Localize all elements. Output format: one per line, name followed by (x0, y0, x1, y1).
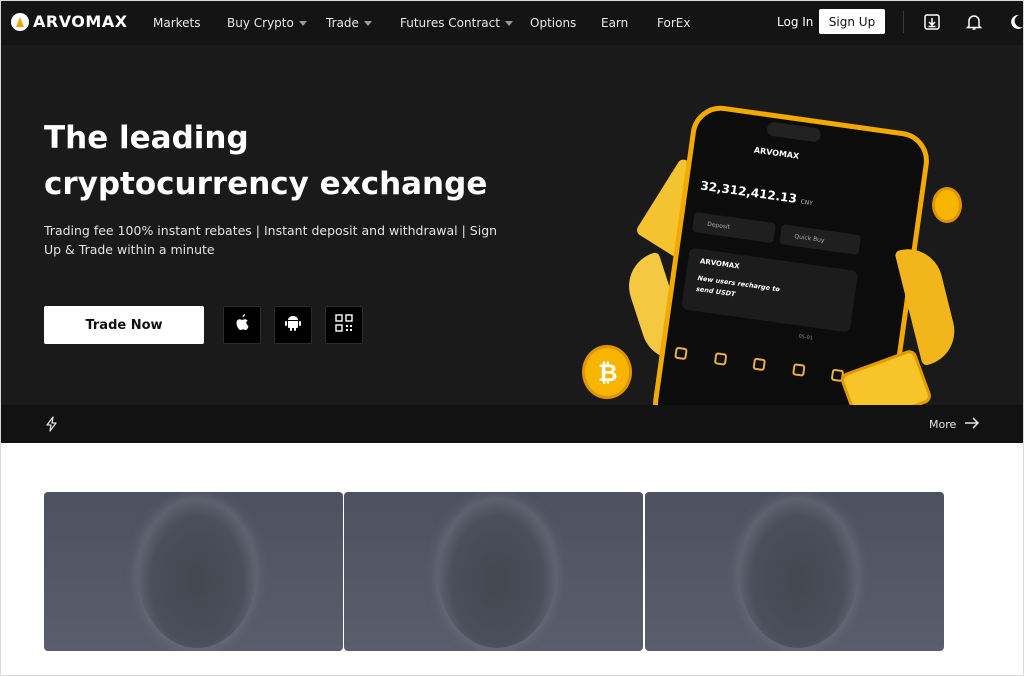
android-icon (285, 314, 301, 336)
phone-promo-card: ARVOMAX New users recharge to send USDT (681, 247, 859, 333)
more-label: More (929, 418, 957, 431)
hero-subtitle: Trading fee 100% instant rebates | Insta… (44, 223, 498, 257)
chevron-down-icon (363, 20, 372, 26)
chevron-down-icon (504, 20, 513, 26)
phone-app-icon (713, 352, 727, 366)
nav-label: Earn (601, 16, 629, 30)
banner-card[interactable] (344, 492, 643, 651)
nav-label: Futures Contract (400, 16, 500, 30)
nav-item-earn[interactable]: Earn (601, 16, 628, 30)
phone-app-icon (752, 357, 767, 372)
phone-card-brand: ARVOMAX (699, 257, 741, 271)
banner-carousel (44, 492, 944, 651)
chevron-down-icon (298, 20, 307, 26)
hero-title: The leading cryptocurrency exchange (44, 120, 488, 202)
nav-label: Options (530, 16, 577, 30)
apple-icon (234, 314, 250, 336)
nav-item-buy-crypto[interactable]: Buy Crypto (227, 16, 307, 30)
nav-item-forex[interactable]: ForEx (657, 16, 690, 30)
phone-app-icon (674, 346, 688, 361)
hero-illustration: ₿ ARVOMAX 32,312,412.13 CNY Deposit Quic… (576, 105, 996, 405)
announcement-bar: More (1, 405, 1023, 443)
trade-now-button[interactable]: Trade Now (44, 306, 204, 344)
logo[interactable]: ARVOMAX (11, 12, 128, 31)
phone-brand: ARVOMAX (753, 145, 800, 161)
nav-item-trade[interactable]: Trade (326, 16, 372, 30)
nav-item-markets[interactable]: Markets (153, 16, 201, 30)
moon-image (438, 498, 556, 648)
nav-item-options[interactable]: Options (530, 16, 576, 30)
nav-label: ForEx (657, 16, 691, 30)
balance-currency: CNY (800, 198, 814, 208)
page: ARVOMAX Markets Buy Crypto Trade Futures… (0, 0, 1024, 676)
nav-label: Markets (153, 16, 201, 30)
logo-icon (11, 12, 29, 31)
nav-label: Trade (326, 16, 359, 30)
bitcoin-coin-icon: ₿ (582, 345, 632, 399)
signup-button[interactable]: Sign Up (819, 9, 885, 34)
qr-code-icon (335, 314, 353, 336)
arrow-right-icon (964, 417, 980, 432)
moon-image (138, 498, 256, 648)
nav-divider (903, 11, 904, 33)
gold-coin-icon (932, 187, 962, 223)
banner-card[interactable] (645, 492, 944, 651)
phone-notch (766, 121, 822, 143)
moon-image (739, 498, 857, 648)
phone-quick-buy-chip: Quick Buy (779, 224, 862, 256)
phone-app-icon (791, 363, 806, 377)
balance-value: 32,312,412.13 (699, 178, 798, 206)
svg-text:₿: ₿ (598, 359, 618, 387)
top-navbar: ARVOMAX Markets Buy Crypto Trade Futures… (1, 1, 1023, 45)
logo-text: ARVOMAX (33, 12, 128, 31)
login-link[interactable]: Log In (777, 15, 813, 29)
lightning-icon (44, 416, 60, 432)
nav-label: Buy Crypto (227, 16, 294, 30)
apple-download-button[interactable] (223, 306, 261, 344)
bell-icon[interactable] (963, 11, 985, 33)
phone-icon-row (674, 346, 845, 383)
moon-icon[interactable] (1005, 11, 1023, 33)
phone-date: 05-01 (798, 333, 814, 342)
download-icon[interactable] (921, 11, 943, 33)
more-link[interactable]: More (929, 417, 980, 432)
hero-section: The leading cryptocurrency exchange Trad… (1, 45, 1023, 405)
banner-card[interactable] (44, 492, 343, 651)
phone-card-text: New users recharge to send USDT (695, 274, 781, 299)
phone-deposit-chip: Deposit (692, 211, 777, 244)
nav-item-futures-contract[interactable]: Futures Contract (400, 16, 513, 30)
qr-download-button[interactable] (325, 306, 363, 344)
phone-balance: 32,312,412.13 CNY (700, 179, 815, 209)
android-download-button[interactable] (274, 306, 312, 344)
